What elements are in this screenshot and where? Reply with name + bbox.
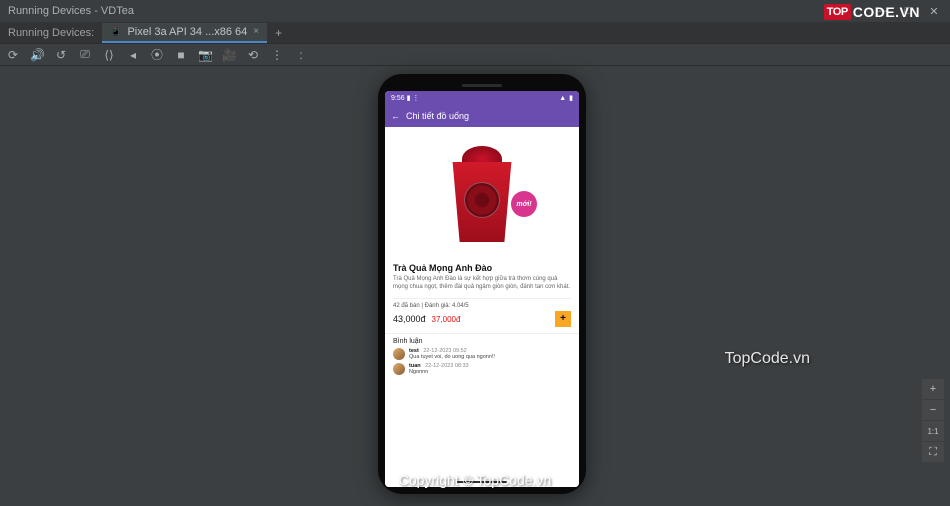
drink-cup-graphic bbox=[442, 142, 522, 242]
resize-icon[interactable]: ⟨⟩ bbox=[102, 48, 116, 62]
panel-label: Running Devices: bbox=[0, 27, 102, 39]
comment-row: tuan 22-12-2023 08:33 Ngonnn bbox=[393, 363, 571, 375]
window-title: Running Devices - VDTea bbox=[8, 5, 134, 17]
comment-body: Ngonnn bbox=[409, 369, 428, 375]
new-badge: mới! bbox=[511, 191, 537, 217]
tab-bar: Running Devices: 📱 Pixel 3a API 34 ...x8… bbox=[0, 22, 950, 44]
phone-frame: 9:56 ▮ ⋮ ▲ ▮ ← Chi tiết đồ uống bbox=[378, 74, 586, 494]
status-battery-icon: ▮ bbox=[407, 95, 411, 102]
zoom-in-button[interactable]: + bbox=[922, 379, 944, 399]
back-icon[interactable]: ◂ bbox=[126, 48, 140, 62]
power-icon[interactable]: ⟳ bbox=[6, 48, 20, 62]
status-time: 9:56 bbox=[391, 95, 405, 102]
new-tab-button[interactable]: + bbox=[267, 26, 290, 40]
product-title: Trà Quả Mọng Anh Đào bbox=[393, 263, 571, 273]
status-bt-icon: ⋮ bbox=[412, 95, 419, 102]
comment-row: test 22-12-2023 09:52 Qua tuyet voi, do … bbox=[393, 348, 571, 360]
zoom-out-button[interactable]: − bbox=[922, 400, 944, 420]
product-description: Trà Quả Mọng Anh Đào là sự kết hợp giữa … bbox=[393, 276, 571, 292]
reload-icon[interactable]: ⟲ bbox=[246, 48, 260, 62]
screenshot-icon[interactable]: 📷 bbox=[198, 48, 212, 62]
sold-count: 42 đã bán bbox=[393, 303, 420, 309]
home-icon[interactable]: ⦿ bbox=[150, 46, 164, 63]
android-statusbar: 9:56 ▮ ⋮ ▲ ▮ bbox=[385, 91, 579, 105]
status-batt-icon: ▮ bbox=[569, 94, 573, 102]
rating-text: Đánh giá: 4.04/5 bbox=[425, 303, 469, 309]
zoom-fit-button[interactable]: ⛶ bbox=[922, 442, 944, 462]
phone-screen[interactable]: 9:56 ▮ ⋮ ▲ ▮ ← Chi tiết đồ uống bbox=[385, 91, 579, 487]
zoom-actual-button[interactable]: 1:1 bbox=[922, 421, 944, 441]
watermark-center: Copyright © TopCode.vn bbox=[399, 472, 551, 488]
logo-badge: TOP bbox=[824, 4, 851, 20]
device-tab-active[interactable]: 📱 Pixel 3a API 34 ...x86 64 × bbox=[102, 23, 267, 43]
product-image: mới! bbox=[385, 127, 579, 257]
status-signal-icon: ▲ bbox=[559, 95, 566, 102]
zoom-controls: + − 1:1 ⛶ bbox=[922, 379, 944, 462]
rotate-left-icon[interactable]: ↺ bbox=[54, 48, 68, 62]
logo-text: CODE.VN bbox=[853, 4, 920, 20]
avatar-icon bbox=[393, 363, 405, 375]
display-icon[interactable]: ⎚ bbox=[78, 47, 92, 62]
add-to-cart-button[interactable]: + bbox=[555, 311, 571, 327]
app-body: mới! Trà Quả Mọng Anh Đào Trà Quả Mọng A… bbox=[385, 127, 579, 487]
volume-icon[interactable]: 🔊 bbox=[30, 48, 44, 62]
topcode-logo: TOP CODE.VN bbox=[824, 4, 920, 20]
back-button[interactable]: ← bbox=[391, 111, 400, 121]
phone-speaker bbox=[462, 84, 502, 87]
emulator-canvas: 9:56 ▮ ⋮ ▲ ▮ ← Chi tiết đồ uống bbox=[0, 66, 950, 506]
price-sale: 37,000đ bbox=[432, 315, 461, 324]
close-tab-icon[interactable]: × bbox=[253, 26, 259, 37]
screen-title: Chi tiết đồ uống bbox=[406, 111, 469, 121]
avatar-icon bbox=[393, 348, 405, 360]
emulator-toolbar: ⟳ 🔊 ↺ ⎚ ⟨⟩ ◂ ⦿ ■ 📷 🎥 ⟲ ⋮ : bbox=[0, 44, 950, 66]
more-icon[interactable]: ⋮ bbox=[270, 48, 284, 62]
price-original: 43,000đ bbox=[393, 314, 426, 324]
menu-icon[interactable]: : bbox=[294, 48, 308, 62]
product-info: Trà Quả Mọng Anh Đào Trà Quả Mọng Anh Đà… bbox=[385, 257, 579, 333]
cup-logo-icon bbox=[464, 182, 500, 218]
record-icon[interactable]: 🎥 bbox=[222, 48, 236, 62]
comments-section: Bình luận test 22-12-2023 09:52 Qua tuye… bbox=[385, 333, 579, 382]
window-titlebar: Running Devices - VDTea — □ ✕ bbox=[0, 0, 950, 22]
watermark-right: TopCode.vn bbox=[725, 350, 810, 368]
app-header: ← Chi tiết đồ uống bbox=[385, 105, 579, 127]
overview-icon[interactable]: ■ bbox=[174, 48, 188, 62]
device-tab-label: Pixel 3a API 34 ...x86 64 bbox=[127, 26, 247, 38]
window-close[interactable]: ✕ bbox=[928, 5, 940, 18]
comment-date: 22-12-2023 08:33 bbox=[425, 363, 468, 369]
comments-header: Bình luận bbox=[393, 338, 571, 345]
comment-body: Qua tuyet voi, do uong qua ngonn!! bbox=[409, 354, 495, 360]
